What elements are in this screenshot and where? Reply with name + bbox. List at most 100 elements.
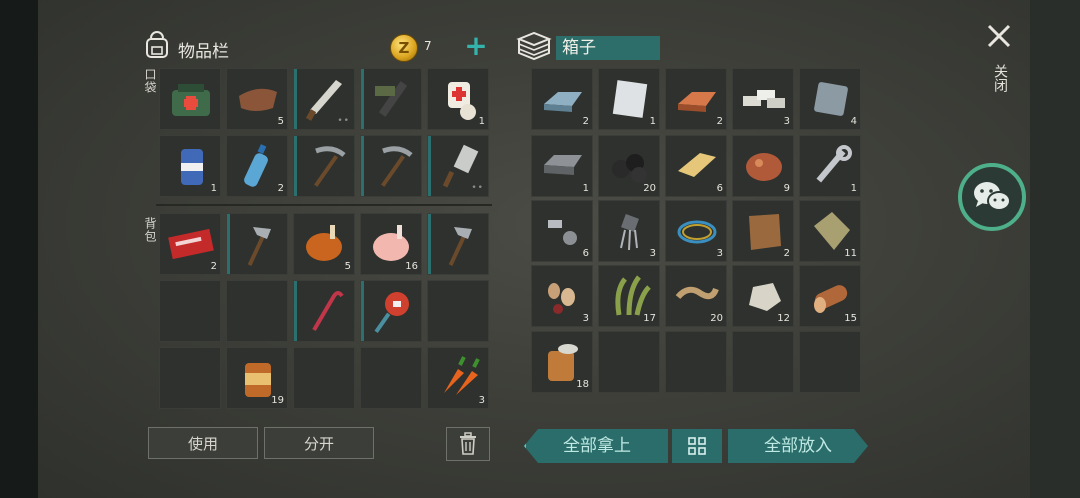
item-slot[interactable]: 2 [531,68,593,130]
coin-count: 7 [424,39,432,53]
roast-chicken-icon [306,225,342,261]
empty-slot[interactable] [665,331,727,393]
empty-slot[interactable] [598,331,660,393]
iron-ingot-icon [544,92,582,112]
item-count: 6 [716,183,723,194]
crowbar-icon [312,291,344,332]
item-slot[interactable]: 2 [159,213,221,275]
hatchet-icon [247,227,271,266]
item-slot[interactable]: 3 [665,200,727,262]
inventory-title: 物品栏 [178,42,229,62]
item-count: 18 [576,379,589,390]
item-slot[interactable]: 20 [598,135,660,197]
grid-sort-icon [688,437,706,455]
crossbow-icon [375,81,408,117]
item-count: 11 [844,248,857,259]
item-count: 3 [783,116,790,127]
coin-icon: Z [390,34,418,62]
empty-slot[interactable] [226,280,288,342]
item-slot[interactable]: 5 [293,213,355,275]
chat-button[interactable] [958,163,1026,231]
stop-sign-icon [374,292,409,333]
item-slot[interactable]: 16 [360,213,422,275]
item-slot[interactable]: 3 [427,347,489,409]
item-slot[interactable]: 12 [732,265,794,327]
item-slot[interactable]: 18 [531,331,593,393]
take-all-button[interactable]: 全部拿上 [524,429,668,463]
item-slot[interactable]: 6 [531,200,593,262]
animal-hide-icon [749,214,781,250]
put-all-button[interactable]: 全部放入 [728,429,868,463]
aluminum-sheet-icon [612,80,648,118]
item-slot[interactable]: 11 [799,200,861,262]
item-count: 15 [844,313,857,324]
durability-indicator: •• [337,116,350,126]
item-slot[interactable]: 17 [598,265,660,327]
item-slot[interactable] [360,68,422,130]
item-slot[interactable] [159,68,221,130]
item-slot[interactable]: 6 [665,135,727,197]
box-icon [516,31,552,61]
item-slot[interactable]: 3 [732,68,794,130]
seeds-icon [548,283,575,314]
item-slot[interactable]: 2 [665,68,727,130]
item-slot[interactable]: 19 [226,347,288,409]
item-slot[interactable]: 2 [226,135,288,197]
item-count: 1 [210,183,217,194]
item-count: 3 [582,313,589,324]
wrench-icon [816,145,852,183]
item-slot[interactable] [293,135,355,197]
empty-slot[interactable] [799,331,861,393]
item-count: 2 [277,183,284,194]
use-button[interactable]: 使用 [148,427,258,459]
add-coins-button[interactable]: + [462,32,490,61]
empty-slot[interactable] [159,347,221,409]
item-slot[interactable] [360,280,422,342]
silver-bars-icon [743,90,785,108]
backpack-label: 背包 [143,217,157,243]
item-slot[interactable] [427,213,489,275]
item-slot[interactable]: 3 [531,265,593,327]
empty-slot[interactable] [427,280,489,342]
sort-button[interactable] [672,429,722,463]
item-slot[interactable]: 5 [226,68,288,130]
item-slot[interactable]: 4 [799,68,861,130]
carrot-icon [444,356,480,395]
item-slot[interactable]: 1 [531,135,593,197]
close-label[interactable]: 关闭 [990,64,1010,92]
item-slot[interactable]: 1 [159,135,221,197]
empty-slot[interactable] [732,331,794,393]
wechat-icon [974,182,1011,211]
item-count: 20 [643,183,656,194]
copper-ingot-icon [678,92,716,112]
empty-slot[interactable] [360,347,422,409]
empty-slot[interactable] [159,280,221,342]
pickaxe-icon [314,146,346,187]
item-slot[interactable] [360,135,422,197]
item-slot[interactable]: 3 [598,200,660,262]
item-slot[interactable]: 9 [732,135,794,197]
split-button[interactable]: 分开 [264,427,374,459]
item-count: 2 [783,248,790,259]
bolts-icon [548,220,577,245]
item-count: 17 [643,313,656,324]
item-slot[interactable]: 2 [732,200,794,262]
item-slot[interactable]: 20 [665,265,727,327]
pickaxe-icon [381,146,413,187]
iron-brick-icon [544,155,582,175]
item-count: 5 [277,116,284,127]
item-slot[interactable]: •• [293,68,355,130]
item-slot[interactable]: •• [427,135,489,197]
close-icon[interactable] [985,22,1013,50]
trash-button[interactable] [446,427,490,461]
item-count: 1 [850,183,857,194]
item-slot[interactable] [226,213,288,275]
item-slot[interactable]: 1 [799,135,861,197]
empty-slot[interactable] [293,347,355,409]
item-slot[interactable] [293,280,355,342]
item-count: 1 [649,116,656,127]
item-slot[interactable]: 1 [427,68,489,130]
gold-ingot-icon [678,153,716,177]
item-slot[interactable]: 1 [598,68,660,130]
item-slot[interactable]: 15 [799,265,861,327]
